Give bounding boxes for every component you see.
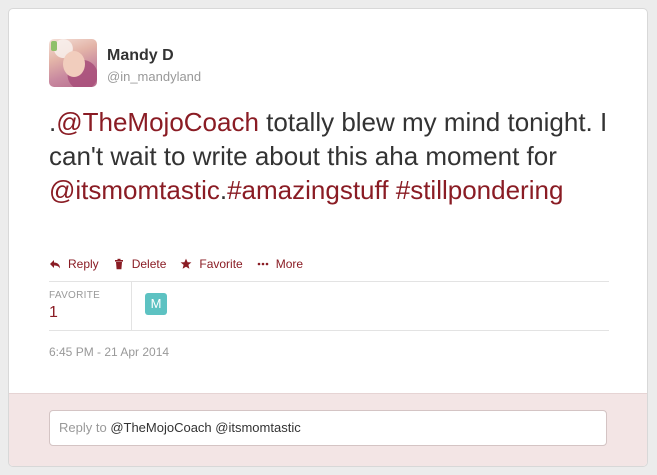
mention-itsmomtastic[interactable]: @itsmomtastic [49, 175, 220, 205]
favorite-stat[interactable]: FAVORITE 1 [49, 282, 132, 330]
tweet-timestamp[interactable]: 6:45 PM - 21 Apr 2014 [49, 345, 169, 359]
reply-mentions: @TheMojoCoach @itsmomtastic [110, 420, 301, 435]
more-dots-icon [257, 262, 269, 266]
reply-icon [50, 260, 60, 269]
delete-label: Delete [131, 257, 167, 271]
reply-prefix: Reply to [59, 420, 111, 435]
favoriter-avatar[interactable]: M [145, 293, 167, 315]
mention-themojocoach[interactable]: @TheMojoCoach [56, 107, 259, 137]
hashtag-amazingstuff[interactable]: #amazingstuff [227, 175, 388, 205]
delete-button[interactable]: Delete [113, 257, 167, 271]
favorite-button[interactable]: Favorite [180, 257, 243, 271]
hashtag-stillpondering[interactable]: #stillpondering [396, 175, 564, 205]
star-icon [180, 258, 192, 269]
reply-label: Reply [68, 257, 99, 271]
reply-area: Reply to @TheMojoCoach @itsmomtastic [9, 393, 647, 466]
tweet-actions: Reply Delete Favorite More [49, 254, 317, 274]
favorite-count[interactable]: 1 [49, 304, 58, 322]
favorite-label: Favorite [199, 257, 243, 271]
more-button[interactable]: More [257, 257, 303, 271]
user-handle[interactable]: @in_mandyland [107, 69, 201, 84]
favorite-stat-label: FAVORITE [49, 290, 101, 301]
user-full-name[interactable]: Mandy D [107, 47, 174, 65]
tweet-card: Mandy D @in_mandyland .@TheMojoCoach tot… [8, 8, 648, 467]
reply-input[interactable]: Reply to @TheMojoCoach @itsmomtastic [49, 410, 607, 446]
tweet-text: .@TheMojoCoach totally blew my mind toni… [49, 105, 609, 207]
tweet-stats: FAVORITE 1 M [49, 281, 609, 331]
reply-button[interactable]: Reply [49, 257, 99, 271]
tweet-text-dot: . [219, 175, 228, 205]
avatar[interactable] [49, 39, 97, 87]
trash-icon [114, 258, 123, 270]
more-label: More [275, 257, 304, 271]
